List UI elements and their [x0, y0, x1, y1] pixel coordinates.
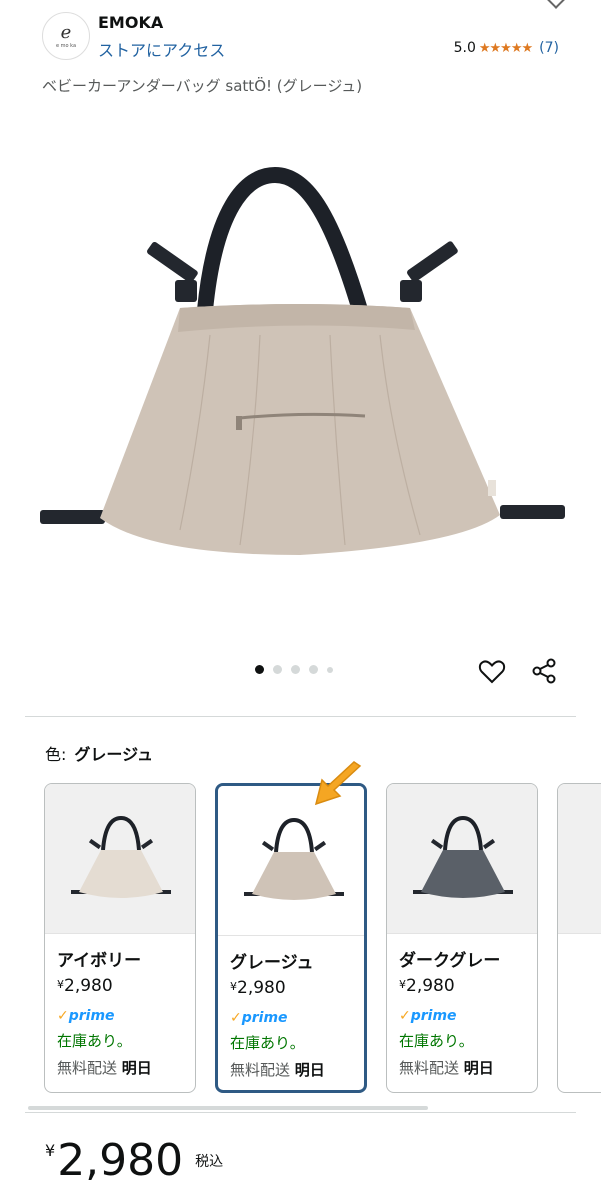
star-rating-icon: ★★★★★ [478, 40, 533, 56]
prime-label: prime [68, 1008, 115, 1024]
divider [25, 716, 576, 717]
color-selection-label: 色: グレージュ [45, 741, 153, 765]
swatch-card-ivory[interactable]: アイボリー ¥2,980 ✓prime 在庫あり。 無料配送 明日 [44, 783, 196, 1093]
heart-icon[interactable] [478, 658, 506, 686]
pager-dot[interactable] [309, 665, 318, 674]
swatch-bag-body [421, 850, 505, 898]
swatch-bag-body [252, 852, 336, 900]
swatch-card-partial[interactable] [557, 783, 601, 1093]
currency-symbol: ¥ [45, 1141, 56, 1160]
product-image[interactable] [30, 150, 570, 570]
prime-badge: ✓prime [57, 1008, 115, 1024]
swatch-bag-image [413, 815, 513, 898]
prime-label: prime [241, 1010, 288, 1026]
shipping-label: 無料配送 [230, 1061, 291, 1079]
logo-caption: e mo ka [55, 42, 77, 49]
shipping-day: 明日 [294, 1061, 325, 1079]
stock-status: 在庫あり。 [57, 1032, 132, 1050]
prime-check-icon: ✓ [57, 1008, 69, 1024]
swatch-card-dark-gray[interactable]: ダークグレー ¥2,980 ✓prime 在庫あり。 無料配送 明日 [386, 783, 538, 1093]
divider [25, 1112, 576, 1113]
product-title: ベビーカーアンダーバッグ sattÖ! (グレージュ) [42, 77, 363, 95]
logo-letter: e [60, 21, 72, 43]
rating-summary[interactable]: 5.0 ★★★★★ (7) [454, 40, 559, 56]
currency-symbol: ¥ [230, 980, 237, 993]
stock-status: 在庫あり。 [399, 1032, 474, 1050]
rating-value: 5.0 [453, 40, 476, 56]
swatch-name: アイボリー [57, 951, 142, 971]
brand-name: EMOKA [98, 13, 164, 32]
color-swatch-carousel[interactable]: アイボリー ¥2,980 ✓prime 在庫あり。 無料配送 明日 グレージュ … [44, 783, 601, 1095]
shipping-label: 無料配送 [57, 1059, 118, 1077]
price-amount: 2,980 [57, 1135, 184, 1186]
image-pager[interactable] [255, 665, 333, 674]
swatch-card-greige[interactable]: グレージュ ¥2,980 ✓prime 在庫あり。 無料配送 明日 [215, 783, 367, 1093]
pager-dot[interactable] [291, 665, 300, 674]
shipping-info: 無料配送 明日 [57, 1057, 152, 1078]
swatch-thumbnail [558, 784, 601, 934]
carousel-scrollbar[interactable] [28, 1106, 428, 1110]
swatch-bag-image [71, 815, 171, 898]
price-value: 2,980 [237, 978, 286, 998]
prime-badge: ✓prime [399, 1008, 457, 1024]
shipping-day: 明日 [463, 1059, 494, 1077]
shipping-label: 無料配送 [399, 1059, 460, 1077]
swatch-price: ¥2,980 [57, 976, 113, 996]
rating-count[interactable]: (7) [539, 40, 559, 56]
swatch-price: ¥2,980 [230, 978, 286, 998]
shipping-info: 無料配送 明日 [399, 1057, 494, 1078]
stock-status: 在庫あり。 [230, 1034, 305, 1052]
prime-badge: ✓prime [230, 1010, 288, 1026]
tax-label: 税込 [195, 1154, 224, 1170]
swatch-price: ¥2,980 [399, 976, 455, 996]
swatch-name: グレージュ [230, 953, 314, 973]
visit-store-link[interactable]: ストアにアクセス [98, 37, 225, 61]
prime-label: prime [410, 1008, 457, 1024]
prime-check-icon: ✓ [399, 1008, 411, 1024]
currency-symbol: ¥ [399, 978, 406, 991]
store-header: e e mo ka EMOKA ストアにアクセス 5.0 ★★★★★ (7) [0, 0, 601, 70]
brand-logo[interactable]: e e mo ka [42, 12, 90, 60]
swatch-name: ダークグレー [399, 951, 501, 971]
shipping-info: 無料配送 明日 [230, 1059, 325, 1080]
pager-dot[interactable] [273, 665, 282, 674]
currency-symbol: ¥ [57, 978, 64, 991]
shipping-day: 明日 [121, 1059, 152, 1077]
selected-color: グレージュ [74, 745, 153, 764]
swatch-bag-image [244, 817, 344, 900]
arrow-pointer-icon [314, 761, 362, 806]
prime-check-icon: ✓ [230, 1010, 242, 1026]
price-value: 2,980 [406, 976, 455, 996]
price-value: 2,980 [64, 976, 113, 996]
swatch-thumbnail [387, 784, 537, 934]
share-icon[interactable] [530, 657, 558, 685]
price-display: ¥ 2,980 税込 [45, 1135, 223, 1187]
color-label: 色: [45, 745, 67, 764]
pager-dot[interactable] [327, 666, 333, 673]
pager-dot[interactable] [255, 665, 264, 674]
swatch-bag-body [79, 850, 163, 898]
swatch-thumbnail [45, 784, 195, 934]
chevron-icon[interactable] [546, 0, 566, 9]
